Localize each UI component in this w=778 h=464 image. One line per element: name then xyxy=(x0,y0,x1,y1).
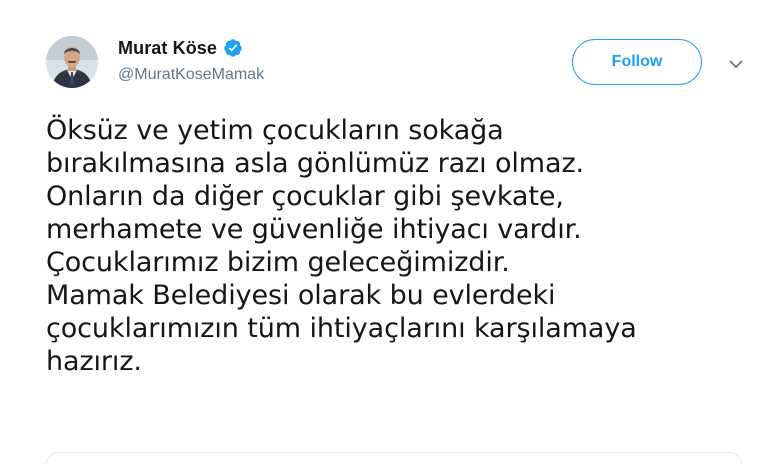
tweet-text-line: merhamete ve güvenliğe ihtiyacı vardır. xyxy=(46,214,582,245)
chevron-down-icon xyxy=(729,60,743,68)
tweet-text-line: Mamak Belediyesi olarak bu evlerdeki xyxy=(46,280,556,311)
more-options-button[interactable] xyxy=(724,54,748,74)
tweet-text-line: Öksüz ve yetim çocukların sokağa xyxy=(46,115,504,146)
user-handle[interactable]: @MuratKoseMamak xyxy=(118,66,264,84)
follow-button[interactable]: Follow xyxy=(572,39,702,85)
avatar-image xyxy=(46,36,98,88)
verified-badge-icon xyxy=(223,38,243,58)
tweet-text-line: Çocuklarımız bizim geleceğimizdir. xyxy=(46,247,510,278)
tweet-text-line: bırakılmasına asla gönlümüz razı olmaz. xyxy=(46,148,584,179)
display-name[interactable]: Murat Köse xyxy=(118,38,217,59)
tweet-text-line: çocuklarımızın tüm ihtiyaçlarını karşıla… xyxy=(46,313,637,344)
user-name-row[interactable]: Murat Köse xyxy=(118,37,243,59)
media-card-edge[interactable] xyxy=(46,452,742,464)
tweet-text-line: hazırız. xyxy=(46,346,142,377)
tweet-text-line: Onların da diğer çocuklar gibi şevkate, xyxy=(46,181,564,212)
tweet-card: Murat Köse @MuratKoseMamak Follow Öksüz … xyxy=(0,0,778,464)
tweet-text: Öksüz ve yetim çocukların sokağa bırakıl… xyxy=(46,114,746,378)
avatar[interactable] xyxy=(46,36,98,88)
